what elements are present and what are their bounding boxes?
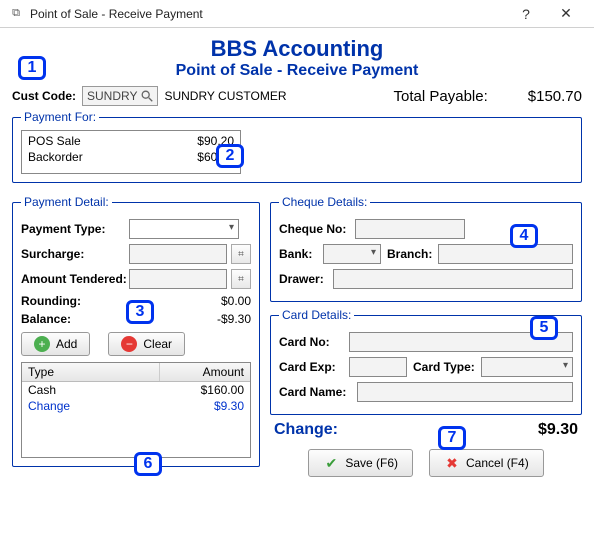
surcharge-label: Surcharge: <box>21 247 129 261</box>
drawer-input[interactable] <box>333 269 573 289</box>
bank-label: Bank: <box>279 247 323 261</box>
cheque-legend: Cheque Details: <box>279 195 370 209</box>
drawer-label: Drawer: <box>279 272 333 286</box>
cheque-no-label: Cheque No: <box>279 222 355 236</box>
rounding-label: Rounding: <box>21 294 81 308</box>
plus-icon: + <box>34 336 50 352</box>
card-type-label: Card Type: <box>413 360 475 374</box>
total-label: Total Payable: <box>394 88 488 105</box>
payment-type-label: Payment Type: <box>21 222 129 236</box>
calculator-icon[interactable]: ⌗ <box>231 244 251 264</box>
payment-for-legend: Payment For: <box>21 110 99 124</box>
total-value: $150.70 <box>528 88 582 105</box>
search-icon[interactable] <box>139 88 155 104</box>
titlebar: ⧉ Point of Sale - Receive Payment ? ✕ <box>0 0 594 28</box>
col-amount[interactable]: Amount <box>160 363 250 381</box>
card-exp-label: Card Exp: <box>279 360 349 374</box>
calculator-icon[interactable]: ⌗ <box>231 269 251 289</box>
callout-2: 2 <box>216 144 244 168</box>
cell-amount: $160.00 <box>160 383 244 397</box>
payments-grid[interactable]: Type Amount Cash $160.00 Change $9.30 <box>21 362 251 458</box>
card-no-label: Card No: <box>279 335 349 349</box>
branch-label: Branch: <box>387 247 432 261</box>
add-label: Add <box>56 337 77 351</box>
clear-label: Clear <box>143 337 172 351</box>
bank-select[interactable] <box>323 244 381 264</box>
cheque-no-input[interactable] <box>355 219 465 239</box>
callout-1: 1 <box>18 56 46 80</box>
balance-label: Balance: <box>21 312 71 326</box>
callout-5: 5 <box>530 316 558 340</box>
cust-code-value: SUNDRY <box>87 89 137 103</box>
window-title: Point of Sale - Receive Payment <box>30 7 506 21</box>
grid-header: Type Amount <box>22 363 250 382</box>
branch-input[interactable] <box>438 244 573 264</box>
card-type-select[interactable] <box>481 357 573 377</box>
minus-icon: − <box>121 336 137 352</box>
pf-label: Backorder <box>28 150 83 164</box>
change-label: Change: <box>274 421 338 439</box>
callout-3: 3 <box>126 300 154 324</box>
payment-type-select[interactable] <box>129 219 239 239</box>
cell-type: Cash <box>28 383 160 397</box>
payment-detail-legend: Payment Detail: <box>21 195 112 209</box>
list-item: Backorder $60.50 <box>28 149 234 165</box>
amount-tendered-input[interactable] <box>129 269 227 289</box>
cust-code-label: Cust Code: <box>12 89 76 103</box>
surcharge-input[interactable] <box>129 244 227 264</box>
cust-code-input[interactable]: SUNDRY <box>82 86 158 106</box>
clear-button[interactable]: − Clear <box>108 332 185 356</box>
callout-7: 7 <box>438 426 466 450</box>
callout-4: 4 <box>510 224 538 248</box>
help-button[interactable]: ? <box>506 6 546 22</box>
app-icon: ⧉ <box>8 6 24 22</box>
add-button[interactable]: + Add <box>21 332 90 356</box>
cust-name: SUNDRY CUSTOMER <box>164 89 286 103</box>
card-exp-input[interactable] <box>349 357 407 377</box>
card-name-label: Card Name: <box>279 385 357 399</box>
amount-tendered-label: Amount Tendered: <box>21 272 129 286</box>
callout-6: 6 <box>134 452 162 476</box>
payment-for-group: Payment For: POS Sale $90.20 Backorder $… <box>12 110 582 183</box>
cancel-button[interactable]: ✖ Cancel (F4) <box>429 449 544 477</box>
table-row[interactable]: Change $9.30 <box>22 398 250 414</box>
cell-type: Change <box>28 399 160 413</box>
payment-for-list[interactable]: POS Sale $90.20 Backorder $60.50 <box>21 130 241 174</box>
page-subheading: Point of Sale - Receive Payment <box>12 62 582 80</box>
change-value: $9.30 <box>538 421 578 439</box>
save-button[interactable]: ✔ Save (F6) <box>308 449 413 477</box>
payment-detail-group: Payment Detail: Payment Type: Surcharge:… <box>12 195 260 467</box>
cell-amount: $9.30 <box>160 399 244 413</box>
cancel-label: Cancel (F4) <box>466 456 529 470</box>
pf-label: POS Sale <box>28 134 81 148</box>
card-legend: Card Details: <box>279 308 354 322</box>
check-icon: ✔ <box>323 455 339 471</box>
close-button[interactable]: ✕ <box>546 5 586 22</box>
cheque-details-group: Cheque Details: Cheque No: Bank: Branch:… <box>270 195 582 302</box>
app-heading: BBS Accounting <box>12 36 582 62</box>
table-row[interactable]: Cash $160.00 <box>22 382 250 398</box>
save-label: Save (F6) <box>345 456 398 470</box>
balance-value: -$9.30 <box>217 312 251 326</box>
card-name-input[interactable] <box>357 382 573 402</box>
list-item: POS Sale $90.20 <box>28 133 234 149</box>
close-icon: ✖ <box>444 455 460 471</box>
rounding-value: $0.00 <box>221 294 251 308</box>
col-type[interactable]: Type <box>22 363 160 381</box>
